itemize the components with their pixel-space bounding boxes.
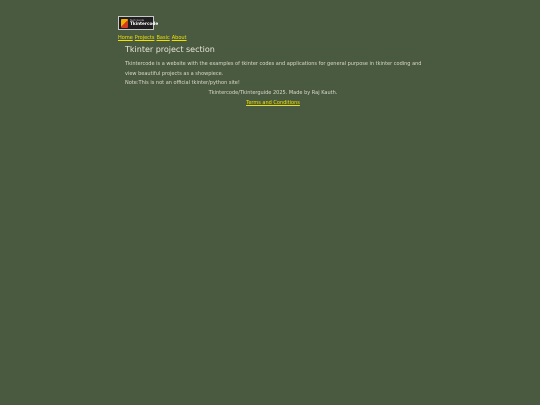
- page-title: Tkinter project section: [125, 45, 215, 54]
- nav-link-basic[interactable]: Basic: [156, 35, 169, 41]
- page-description: Tkintercode is a website with the exampl…: [125, 61, 422, 77]
- logo-text: Tech Guide Tkintercode: [130, 19, 159, 27]
- logo-big-text: Tkintercode: [130, 21, 159, 27]
- site-logo[interactable]: Tech Guide Tkintercode: [118, 16, 158, 30]
- terms-link[interactable]: Terms and Conditions: [246, 100, 300, 106]
- page: Tech Guide Tkintercode Home Projects Basic…: [0, 0, 540, 405]
- nav-link-about[interactable]: About: [172, 35, 187, 41]
- logo-mark-icon: [121, 18, 128, 28]
- nav-link-projects[interactable]: Projects: [135, 35, 155, 41]
- footer-terms: Terms and Conditions: [0, 99, 540, 107]
- nav-link-home[interactable]: Home: [118, 35, 133, 41]
- disclaimer-note: Note:This is not an official tkinter/pyt…: [125, 80, 240, 86]
- footer-credit: Tkintercode/Tkinterguide 2025. Made by R…: [208, 90, 338, 96]
- top-nav: Home Projects Basic About: [118, 35, 189, 41]
